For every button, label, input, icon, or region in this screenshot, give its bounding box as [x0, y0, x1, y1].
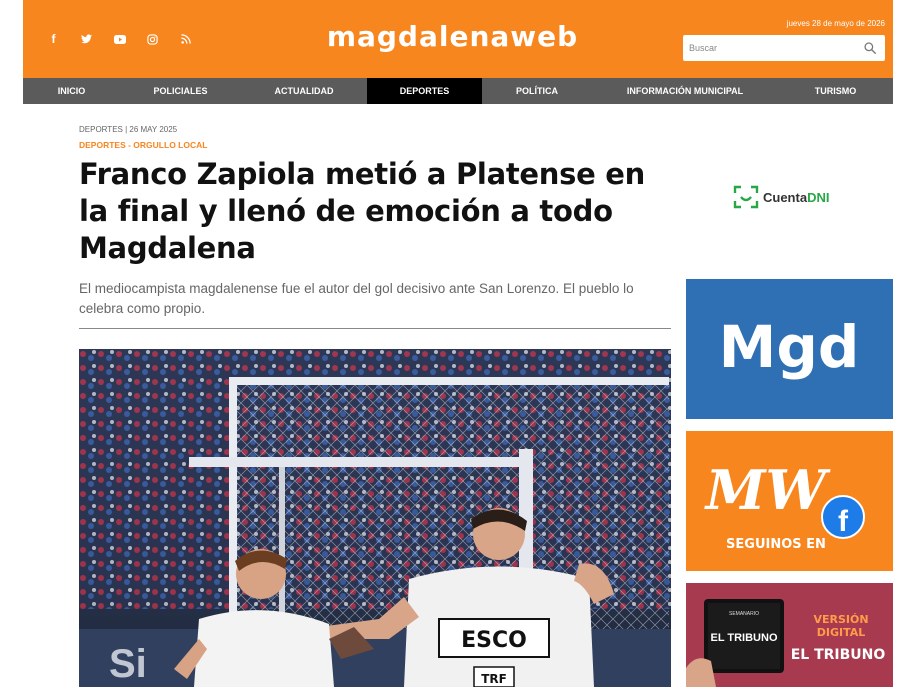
article-meta: DEPORTES | 26 MAY 2025 — [79, 125, 178, 134]
ad-el-tribuno[interactable]: SEMANARIO EL TRIBUNO VERSIÓN DIGITAL EL … — [686, 583, 893, 687]
nav-item-actualidad[interactable]: ACTUALIDAD — [241, 78, 367, 104]
tribuno-line-2: DIGITAL — [817, 626, 866, 639]
tribuno-line-1: VERSIÓN — [813, 613, 868, 626]
ad-mgd-art: Mgd — [719, 313, 860, 381]
cuentadni-logo[interactable]: CuentaDNI — [733, 185, 829, 209]
ad-mgd-text: Mgd — [719, 313, 860, 381]
site-header: f magdalenaweb jueves 28 de mayo de 2026 — [23, 0, 893, 78]
mw-logo: MW — [704, 458, 832, 522]
photo-illustration: Si ESCO TRF — [79, 349, 671, 687]
facebook-icon: f — [838, 505, 849, 538]
mw-caption: SEGUINOS EN — [726, 537, 826, 552]
ad-tribuno-art: SEMANARIO EL TRIBUNO VERSIÓN DIGITAL EL … — [686, 583, 893, 687]
facebook-icon[interactable]: f — [37, 31, 70, 47]
nav-item-politica[interactable]: POLÍTICA — [482, 78, 592, 104]
search-box — [683, 35, 885, 61]
paper-title: EL TRIBUNO — [710, 632, 777, 644]
ad-mgd[interactable]: Mgd — [686, 279, 893, 419]
ad-board-text: Si — [109, 642, 147, 686]
cuentadni-label: CuentaDNI — [763, 189, 830, 205]
article-title: Franco Zapiola metió a Platense en la fi… — [79, 157, 645, 265]
divider — [79, 328, 671, 329]
social-links: f — [37, 31, 202, 47]
jersey-secondary-text: TRF — [481, 672, 507, 686]
nav-item-turismo[interactable]: TURISMO — [778, 78, 893, 104]
instagram-icon[interactable] — [136, 31, 169, 47]
cuentadni-icon — [733, 185, 759, 209]
search-input[interactable] — [689, 41, 849, 55]
paper-header: SEMANARIO — [729, 611, 759, 617]
tribuno-line-3: EL TRIBUNO — [791, 647, 886, 663]
search-icon[interactable] — [863, 41, 877, 55]
ad-mw-facebook[interactable]: MW f SEGUINOS EN — [686, 431, 893, 571]
article-categories[interactable]: DEPORTES - ORGULLO LOCAL — [79, 140, 207, 150]
page: f magdalenaweb jueves 28 de mayo de 2026 — [0, 0, 916, 687]
article-photo: Si ESCO TRF — [79, 349, 671, 687]
nav-item-inicio[interactable]: INICIO — [23, 78, 120, 104]
nav-item-policiales[interactable]: POLICIALES — [120, 78, 241, 104]
nav-item-deportes[interactable]: DEPORTES — [367, 78, 482, 104]
current-date: jueves 28 de mayo de 2026 — [786, 19, 885, 28]
main-nav: INICIO POLICIALES ACTUALIDAD DEPORTES PO… — [23, 78, 893, 104]
ad-mw-art: MW f SEGUINOS EN — [704, 458, 865, 552]
article-subtitle: El mediocampista magdalenense fue el aut… — [79, 281, 634, 316]
jersey-sponsor-text: ESCO — [461, 628, 527, 653]
youtube-icon[interactable] — [103, 31, 136, 47]
rss-icon[interactable] — [169, 31, 202, 47]
site-logo[interactable]: magdalenaweb — [320, 20, 585, 53]
twitter-icon[interactable] — [70, 31, 103, 47]
nav-item-informacion-municipal[interactable]: INFORMACIÓN MUNICIPAL — [592, 78, 778, 104]
